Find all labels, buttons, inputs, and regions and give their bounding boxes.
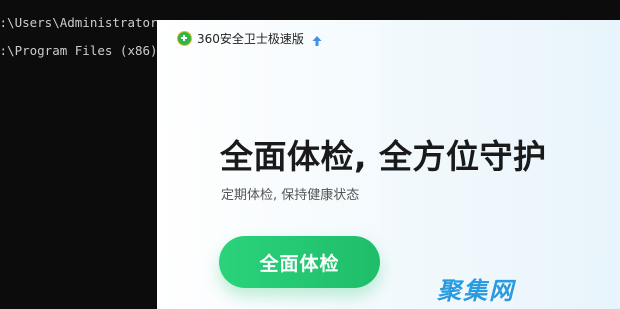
console-line-1: c:\Users\Administrator>c bbox=[0, 15, 173, 30]
page-headline: 全面体检, 全方位守护 bbox=[220, 137, 547, 176]
upgrade-arrow-icon[interactable] bbox=[311, 32, 323, 46]
full-scan-button[interactable]: 全面体检 bbox=[219, 236, 380, 288]
page-subheadline: 定期体检, 保持健康状态 bbox=[221, 188, 360, 203]
app-title: 360安全卫士极速版 bbox=[197, 31, 304, 46]
site-watermark: 聚集网 bbox=[437, 277, 515, 305]
desktop: c:\Users\Administrator>c c:\Program File… bbox=[0, 0, 620, 309]
app-titlebar: 360安全卫士极速版 bbox=[177, 28, 323, 48]
360-logo-icon bbox=[177, 30, 192, 46]
security-app-window: 360安全卫士极速版 全面体检, 全方位守护 定期体检, 保持健康状态 全面体检 bbox=[157, 20, 620, 309]
console-line-2: c:\Program Files (x86)\3 bbox=[0, 43, 173, 58]
